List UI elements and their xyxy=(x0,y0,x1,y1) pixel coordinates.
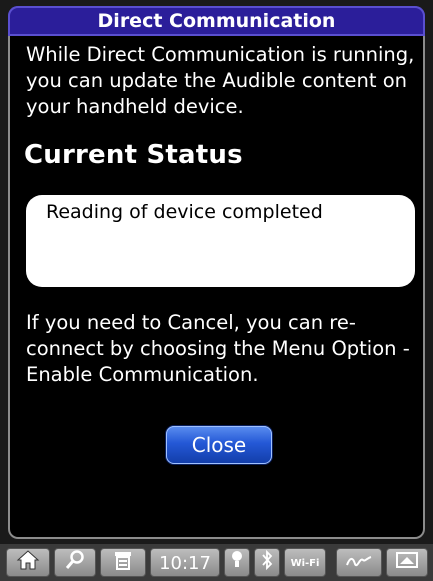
home-icon[interactable] xyxy=(6,548,50,577)
wifi-icon[interactable]: Wi-Fi xyxy=(284,548,326,577)
search-icon[interactable] xyxy=(54,548,96,577)
status-text: Reading of device completed xyxy=(46,201,323,223)
intro-text: While Direct Communication is running, y… xyxy=(26,43,415,118)
window-icon[interactable] xyxy=(386,548,428,577)
menu-icon[interactable] xyxy=(100,548,146,577)
close-button[interactable]: Close xyxy=(166,426,272,464)
alert-icon[interactable] xyxy=(224,548,250,577)
system-taskbar: 10:17 Wi-Fi xyxy=(0,544,433,581)
bluetooth-icon[interactable] xyxy=(254,548,280,577)
signature-icon[interactable] xyxy=(336,548,382,577)
status-heading: Current Status xyxy=(24,140,243,170)
status-box: Reading of device completed xyxy=(26,195,415,287)
clock[interactable]: 10:17 xyxy=(150,548,220,577)
window-title: Direct Communication xyxy=(8,6,425,36)
cancel-note: If you need to Cancel, you can re-connec… xyxy=(26,311,410,386)
device-frame: Direct Communication While Direct Commun… xyxy=(0,0,433,581)
